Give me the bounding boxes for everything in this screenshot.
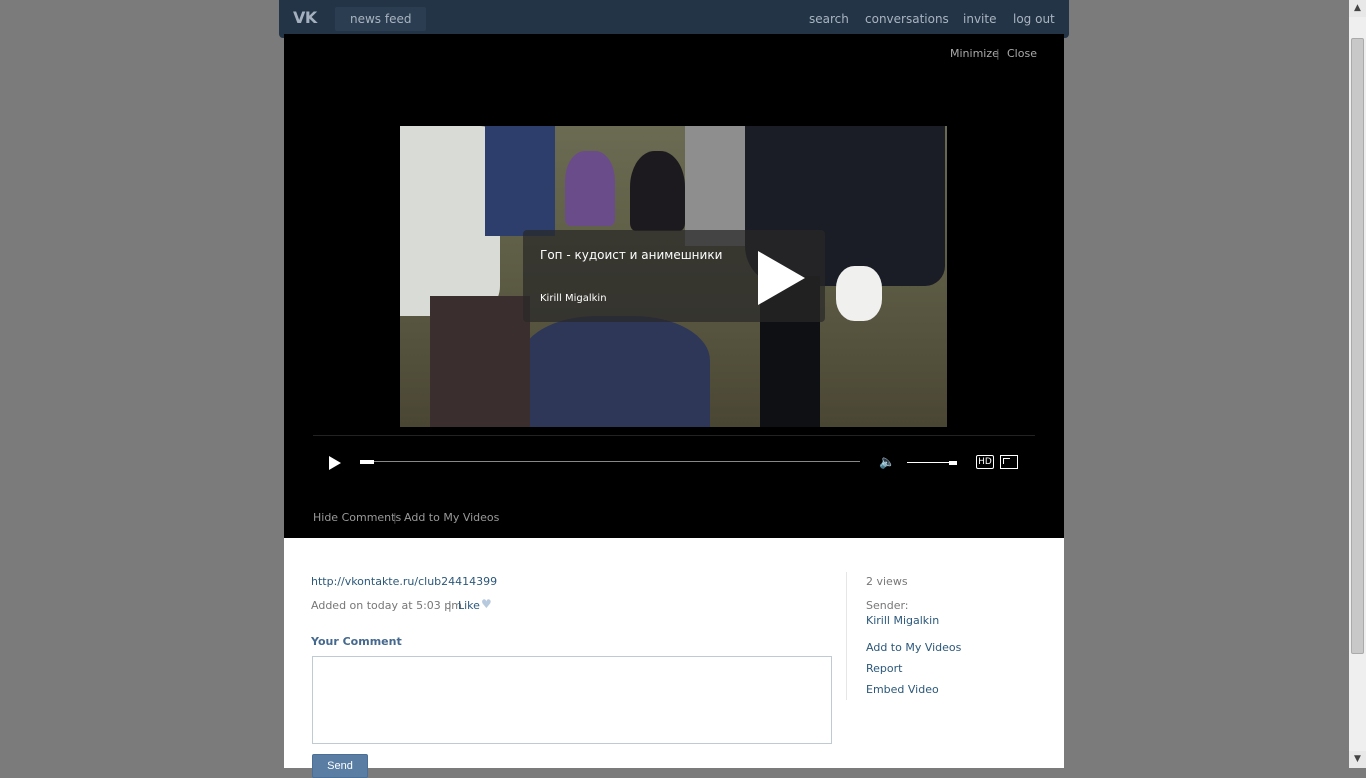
volume-knob[interactable]: [949, 461, 957, 465]
view-count: 2 views: [866, 575, 908, 588]
scrollbar-thumb[interactable]: [1351, 38, 1364, 654]
play-icon[interactable]: [329, 456, 341, 470]
hide-comments-link[interactable]: Hide Comments: [313, 511, 401, 524]
news-feed-link[interactable]: news feed: [335, 7, 427, 31]
vk-logo[interactable]: VK: [293, 8, 317, 27]
person-gray: [685, 126, 745, 246]
comment-heading: Your Comment: [311, 635, 402, 648]
add-to-my-videos-link[interactable]: Add to My Videos: [404, 511, 499, 524]
sitting-person: [520, 316, 710, 427]
big-play-icon[interactable]: [758, 251, 805, 305]
foreground-person: [430, 296, 530, 427]
separator: |: [448, 599, 452, 612]
scroll-up-icon[interactable]: ▲: [1349, 0, 1366, 17]
volume-icon[interactable]: 🔈: [879, 455, 899, 471]
video-title: Гоп - кудоист и анимешники: [540, 248, 723, 262]
added-date: Added on today at 5:03 pm: [311, 599, 462, 612]
video-viewer: Minimize | Close Гоп - кудоист и анимешн…: [284, 34, 1064, 538]
minimize-link[interactable]: Minimize: [950, 47, 999, 60]
top-navigation-bar: VK news feed search conversations invite…: [279, 0, 1069, 38]
girl-purple: [565, 151, 615, 226]
logout-link[interactable]: log out: [1013, 12, 1055, 26]
fullscreen-icon[interactable]: [1000, 455, 1018, 469]
close-link[interactable]: Close: [1007, 47, 1037, 60]
video-author[interactable]: Kirill Migalkin: [540, 293, 607, 304]
sidebar-add-to-my-videos-link[interactable]: Add to My Videos: [866, 641, 961, 654]
person-blue-jacket: [485, 126, 555, 236]
search-link[interactable]: search: [809, 12, 849, 26]
seek-progress[interactable]: [360, 460, 374, 464]
hd-toggle-icon[interactable]: HD: [976, 455, 994, 469]
white-mitten: [836, 266, 882, 321]
comment-input[interactable]: [312, 656, 832, 744]
invite-link[interactable]: invite: [963, 12, 996, 26]
separator: |: [393, 511, 397, 524]
girl-dark-hair: [630, 151, 685, 231]
heart-icon[interactable]: ♥: [481, 597, 492, 611]
scroll-down-icon[interactable]: ▼: [1349, 751, 1366, 768]
sidebar-divider: [846, 572, 847, 700]
separator: |: [996, 47, 1000, 60]
player-controls: 🔈 HD: [313, 435, 1035, 486]
like-link[interactable]: Like: [458, 599, 480, 612]
conversations-link[interactable]: conversations: [865, 12, 949, 26]
sender-name-link[interactable]: Kirill Migalkin: [866, 614, 939, 627]
report-link[interactable]: Report: [866, 662, 902, 675]
seek-bar[interactable]: [360, 461, 860, 462]
description-link[interactable]: http://vkontakte.ru/club24414399: [311, 575, 497, 588]
send-button[interactable]: Send: [312, 754, 368, 778]
sender-label: Sender:: [866, 599, 909, 612]
video-info-panel: http://vkontakte.ru/club24414399 Added o…: [284, 538, 1064, 778]
embed-video-link[interactable]: Embed Video: [866, 683, 939, 696]
